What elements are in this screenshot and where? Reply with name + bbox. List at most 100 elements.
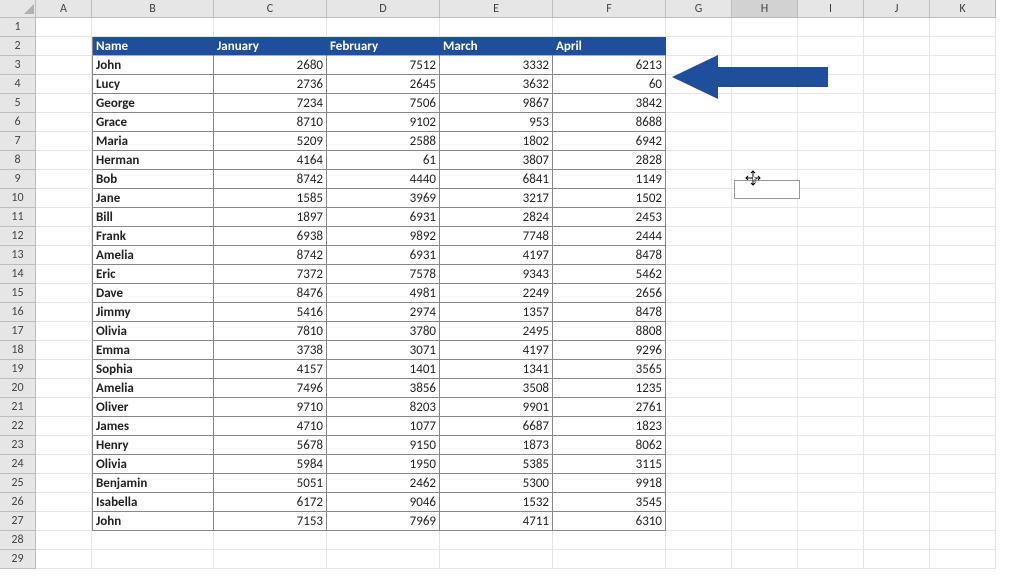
row-header-19[interactable]: 19 xyxy=(0,360,36,379)
cell-D7[interactable]: 2588 xyxy=(327,132,440,151)
cell-K28[interactable] xyxy=(930,531,996,550)
cell-H1[interactable] xyxy=(732,18,798,37)
cell-H21[interactable] xyxy=(732,398,798,417)
cell-F11[interactable]: 2453 xyxy=(553,208,666,227)
cell-K2[interactable] xyxy=(930,37,996,56)
column-header-B[interactable]: B xyxy=(92,0,214,18)
cell-J29[interactable] xyxy=(864,550,930,569)
cell-E18[interactable]: 4197 xyxy=(440,341,553,360)
cell-E7[interactable]: 1802 xyxy=(440,132,553,151)
cell-I22[interactable] xyxy=(798,417,864,436)
cell-D22[interactable]: 1077 xyxy=(327,417,440,436)
cell-E8[interactable]: 3807 xyxy=(440,151,553,170)
cell-D17[interactable]: 3780 xyxy=(327,322,440,341)
cell-D8[interactable]: 61 xyxy=(327,151,440,170)
cell-A5[interactable] xyxy=(36,94,92,113)
cell-K8[interactable] xyxy=(930,151,996,170)
cell-K7[interactable] xyxy=(930,132,996,151)
cell-H27[interactable] xyxy=(732,512,798,531)
cell-G29[interactable] xyxy=(666,550,732,569)
cell-A25[interactable] xyxy=(36,474,92,493)
cell-K19[interactable] xyxy=(930,360,996,379)
cell-K21[interactable] xyxy=(930,398,996,417)
cell-G23[interactable] xyxy=(666,436,732,455)
cell-E26[interactable]: 1532 xyxy=(440,493,553,512)
cell-F23[interactable]: 8062 xyxy=(553,436,666,455)
cell-K15[interactable] xyxy=(930,284,996,303)
cell-I7[interactable] xyxy=(798,132,864,151)
cell-C25[interactable]: 5051 xyxy=(214,474,327,493)
cell-H26[interactable] xyxy=(732,493,798,512)
cell-C26[interactable]: 6172 xyxy=(214,493,327,512)
row-header-12[interactable]: 12 xyxy=(0,227,36,246)
cell-I16[interactable] xyxy=(798,303,864,322)
cell-F12[interactable]: 2444 xyxy=(553,227,666,246)
cell-E1[interactable] xyxy=(440,18,553,37)
cell-H19[interactable] xyxy=(732,360,798,379)
cell-A20[interactable] xyxy=(36,379,92,398)
cell-B23[interactable]: Henry xyxy=(92,436,214,455)
cell-C27[interactable]: 7153 xyxy=(214,512,327,531)
cell-D5[interactable]: 7506 xyxy=(327,94,440,113)
cell-F29[interactable] xyxy=(553,550,666,569)
cell-C13[interactable]: 8742 xyxy=(214,246,327,265)
cell-J2[interactable] xyxy=(864,37,930,56)
cell-K27[interactable] xyxy=(930,512,996,531)
cell-I14[interactable] xyxy=(798,265,864,284)
cell-D29[interactable] xyxy=(327,550,440,569)
cell-G21[interactable] xyxy=(666,398,732,417)
cell-A22[interactable] xyxy=(36,417,92,436)
cell-F25[interactable]: 9918 xyxy=(553,474,666,493)
cell-E24[interactable]: 5385 xyxy=(440,455,553,474)
cell-F2[interactable]: April xyxy=(553,37,666,56)
cell-I9[interactable] xyxy=(798,170,864,189)
cell-K23[interactable] xyxy=(930,436,996,455)
cell-K25[interactable] xyxy=(930,474,996,493)
cell-D25[interactable]: 2462 xyxy=(327,474,440,493)
cell-B21[interactable]: Oliver xyxy=(92,398,214,417)
cell-I17[interactable] xyxy=(798,322,864,341)
cell-G9[interactable] xyxy=(666,170,732,189)
cell-C14[interactable]: 7372 xyxy=(214,265,327,284)
cell-K11[interactable] xyxy=(930,208,996,227)
cell-D28[interactable] xyxy=(327,531,440,550)
cell-J20[interactable] xyxy=(864,379,930,398)
cell-C1[interactable] xyxy=(214,18,327,37)
cell-A12[interactable] xyxy=(36,227,92,246)
cell-H12[interactable] xyxy=(732,227,798,246)
cell-F3[interactable]: 6213 xyxy=(553,56,666,75)
cell-B16[interactable]: Jimmy xyxy=(92,303,214,322)
cell-J17[interactable] xyxy=(864,322,930,341)
cell-C24[interactable]: 5984 xyxy=(214,455,327,474)
cell-A3[interactable] xyxy=(36,56,92,75)
cell-J10[interactable] xyxy=(864,189,930,208)
cell-E19[interactable]: 1341 xyxy=(440,360,553,379)
cell-H23[interactable] xyxy=(732,436,798,455)
cell-C11[interactable]: 1897 xyxy=(214,208,327,227)
cell-C19[interactable]: 4157 xyxy=(214,360,327,379)
row-header-6[interactable]: 6 xyxy=(0,113,36,132)
cell-C10[interactable]: 1585 xyxy=(214,189,327,208)
column-header-I[interactable]: I xyxy=(798,0,864,18)
cell-I28[interactable] xyxy=(798,531,864,550)
cell-F8[interactable]: 2828 xyxy=(553,151,666,170)
cell-G25[interactable] xyxy=(666,474,732,493)
cell-H24[interactable] xyxy=(732,455,798,474)
cell-F15[interactable]: 2656 xyxy=(553,284,666,303)
cell-J12[interactable] xyxy=(864,227,930,246)
cell-E14[interactable]: 9343 xyxy=(440,265,553,284)
cell-A27[interactable] xyxy=(36,512,92,531)
row-header-26[interactable]: 26 xyxy=(0,493,36,512)
cell-H28[interactable] xyxy=(732,531,798,550)
cell-K14[interactable] xyxy=(930,265,996,284)
cell-G7[interactable] xyxy=(666,132,732,151)
cell-E25[interactable]: 5300 xyxy=(440,474,553,493)
cell-C8[interactable]: 4164 xyxy=(214,151,327,170)
row-header-18[interactable]: 18 xyxy=(0,341,36,360)
cell-G11[interactable] xyxy=(666,208,732,227)
cell-G6[interactable] xyxy=(666,113,732,132)
cell-F21[interactable]: 2761 xyxy=(553,398,666,417)
row-header-17[interactable]: 17 xyxy=(0,322,36,341)
cell-H13[interactable] xyxy=(732,246,798,265)
cell-H29[interactable] xyxy=(732,550,798,569)
